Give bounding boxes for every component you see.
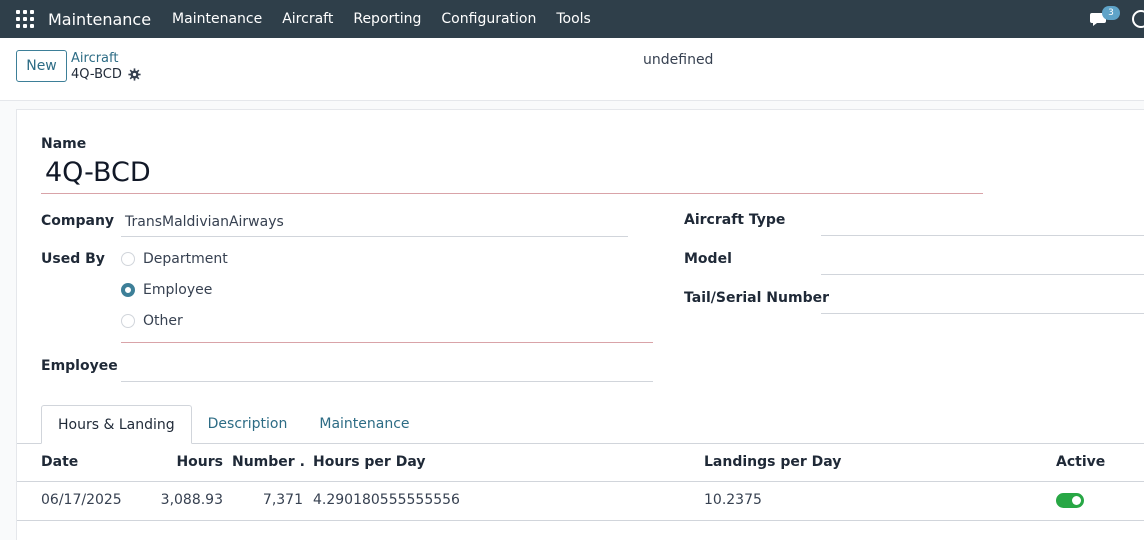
radio-employee[interactable]: Employee <box>121 282 212 298</box>
tab-description[interactable]: Description <box>192 405 304 444</box>
used-by-underline <box>121 342 653 343</box>
breadcrumb-current: 4Q-BCD <box>71 67 122 82</box>
table-header-divider <box>17 481 1144 482</box>
radio-button[interactable] <box>121 314 135 328</box>
cell-date: 06/17/2025 <box>41 492 122 508</box>
status-text: undefined <box>643 52 714 68</box>
company-label: Company <box>41 213 115 229</box>
name-field[interactable]: 4Q-BCD <box>45 157 151 188</box>
radio-button-selected[interactable] <box>121 283 135 297</box>
clock-icon[interactable] <box>1132 10 1144 28</box>
radio-department[interactable]: Department <box>121 251 228 267</box>
aircraft-type-label: Aircraft Type <box>684 212 786 228</box>
menu-item-reporting[interactable]: Reporting <box>343 0 431 38</box>
menu-item-configuration[interactable]: Configuration <box>431 0 546 38</box>
form-sheet: Name 4Q-BCD Company TransMaldivianAirway… <box>16 109 1144 540</box>
radio-label: Other <box>143 313 183 329</box>
active-toggle[interactable] <box>1056 493 1084 508</box>
table-row-divider <box>17 520 1144 521</box>
column-number[interactable]: Number ... <box>232 454 306 470</box>
aircraft-type-field[interactable] <box>821 235 1144 236</box>
model-label: Model <box>684 251 732 267</box>
notebook-tabs: Hours & Landing Description Maintenance <box>41 405 426 444</box>
cell-hours: 3,088.93 <box>160 492 223 508</box>
used-by-label: Used By <box>41 251 105 267</box>
tail-serial-field[interactable] <box>821 313 1144 314</box>
gear-icon[interactable] <box>128 68 141 81</box>
company-field[interactable]: TransMaldivianAirways <box>125 214 284 230</box>
app-brand[interactable]: Maintenance <box>48 10 151 29</box>
radio-label: Department <box>143 251 228 267</box>
toggle-knob <box>1072 496 1081 505</box>
column-hours[interactable]: Hours <box>167 454 223 470</box>
tail-serial-label: Tail/Serial Number <box>684 290 829 306</box>
top-navbar: Maintenance Maintenance Aircraft Reporti… <box>0 0 1144 38</box>
name-label: Name <box>41 136 87 152</box>
menu-item-tools[interactable]: Tools <box>546 0 601 38</box>
model-field[interactable] <box>821 274 1144 275</box>
column-hours-per-day[interactable]: Hours per Day <box>313 454 425 470</box>
apps-grid-icon[interactable] <box>16 10 34 28</box>
breadcrumb-parent[interactable]: Aircraft <box>71 51 118 66</box>
control-panel: New Aircraft 4Q-BCD undefined <box>0 38 1144 101</box>
new-button[interactable]: New <box>16 50 67 82</box>
column-landings-per-day[interactable]: Landings per Day <box>704 454 841 470</box>
messages-count-badge: 3 <box>1102 6 1120 20</box>
employee-label: Employee <box>41 358 118 374</box>
tab-maintenance[interactable]: Maintenance <box>303 405 425 444</box>
menu-item-maintenance[interactable]: Maintenance <box>162 0 272 38</box>
radio-label: Employee <box>143 282 213 298</box>
menu-item-aircraft[interactable]: Aircraft <box>272 0 343 38</box>
employee-underline <box>121 381 653 382</box>
radio-other[interactable]: Other <box>121 313 183 329</box>
company-underline <box>121 236 628 237</box>
main-menu: Maintenance Aircraft Reporting Configura… <box>162 0 601 38</box>
cell-hours-per-day: 4.290180555555556 <box>313 492 460 508</box>
column-active[interactable]: Active <box>1056 454 1105 470</box>
cell-number: 7,371 <box>262 492 303 508</box>
messages-button[interactable]: 3 <box>1088 6 1120 30</box>
tab-hours-landing[interactable]: Hours & Landing <box>41 405 192 444</box>
radio-button[interactable] <box>121 252 135 266</box>
column-date[interactable]: Date <box>41 454 78 470</box>
cell-landings-per-day: 10.2375 <box>704 492 762 508</box>
name-underline <box>41 193 983 194</box>
